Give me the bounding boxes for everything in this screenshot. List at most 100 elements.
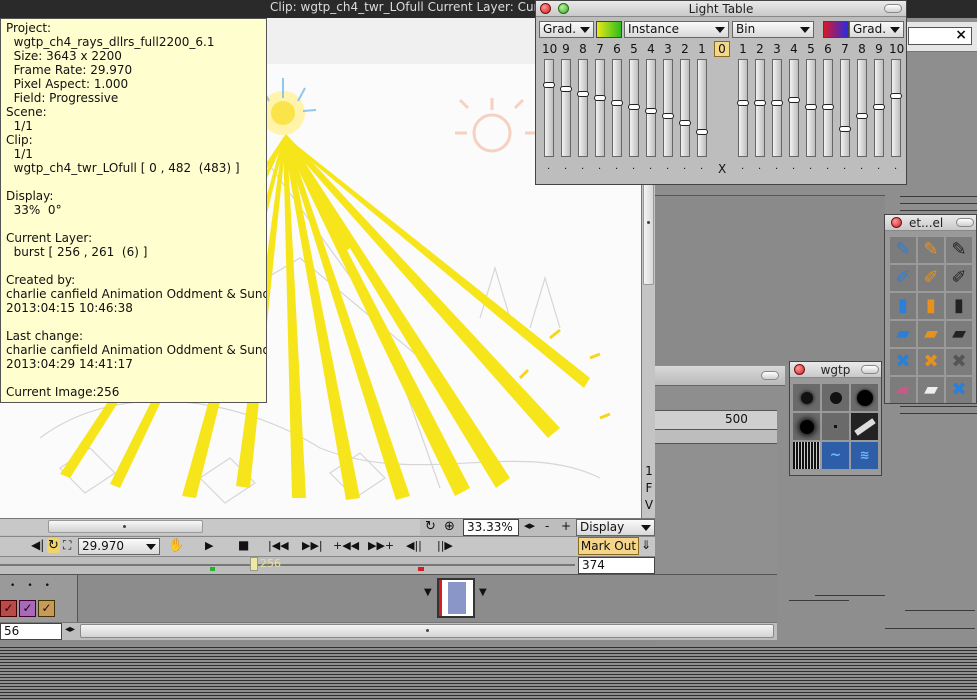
ink-bottle-orange-icon[interactable]: ▮ <box>918 293 944 319</box>
eraser-orange-icon[interactable]: ▰ <box>918 321 944 347</box>
current-frame-handle[interactable] <box>250 557 258 571</box>
level-slider-knob[interactable] <box>839 126 851 132</box>
stop-icon[interactable]: ■ <box>238 538 249 552</box>
layer-check-tan[interactable]: ✓ <box>38 600 55 617</box>
collapse-button[interactable] <box>884 4 902 13</box>
eraser-black-icon[interactable]: ▰ <box>946 321 972 347</box>
zoom-button[interactable] <box>558 3 569 14</box>
level-slider-knob[interactable] <box>754 100 766 106</box>
level-dot[interactable]: . <box>564 161 567 172</box>
level-slider[interactable] <box>628 59 640 157</box>
level-slider[interactable] <box>890 59 902 157</box>
current-level[interactable]: 0 <box>714 41 730 57</box>
mark-out-button[interactable]: Mark Out <box>578 537 639 555</box>
bin-dropdown[interactable]: Bin <box>732 21 814 38</box>
zoom-field[interactable]: 33.33% <box>463 519 519 536</box>
play-icon[interactable]: ▶ <box>205 539 213 552</box>
close-button[interactable] <box>891 217 902 228</box>
level-slider[interactable] <box>611 59 623 157</box>
level-slider[interactable] <box>645 59 657 157</box>
level-slider-knob[interactable] <box>594 95 606 101</box>
brush-texture-icon[interactable] <box>793 442 820 469</box>
grad-left-dropdown[interactable]: Grad. <box>539 21 594 38</box>
level-dot[interactable]: . <box>792 161 795 172</box>
pencil-black-icon[interactable]: ✎ <box>946 237 972 263</box>
brush-stroke-icon[interactable] <box>851 413 878 440</box>
level-slider[interactable] <box>788 59 800 157</box>
rotate-icon[interactable]: ↻ <box>425 519 436 534</box>
level-dot[interactable]: . <box>700 161 703 172</box>
pencil-orange-icon[interactable]: ✎ <box>918 237 944 263</box>
level-slider-knob[interactable] <box>873 104 885 110</box>
level-dot[interactable]: . <box>547 161 550 172</box>
level-slider[interactable] <box>873 59 885 157</box>
level-slider[interactable] <box>856 59 868 157</box>
level-slider[interactable] <box>771 59 783 157</box>
level-slider[interactable] <box>662 59 674 157</box>
level-dot[interactable]: . <box>581 161 584 172</box>
grad-right-dropdown[interactable]: Grad. <box>849 21 904 38</box>
go-start-icon[interactable]: |◀◀ <box>268 539 289 552</box>
zoom-step-icon[interactable]: ◂▸ <box>524 519 535 532</box>
delete-blue-icon[interactable]: ✖ <box>890 349 916 375</box>
brush-black-icon[interactable]: ✐ <box>946 265 972 291</box>
zoom-in-button[interactable]: + <box>561 519 571 533</box>
level-slider-knob[interactable] <box>645 108 657 114</box>
level-slider-knob[interactable] <box>696 129 708 135</box>
level-slider-knob[interactable] <box>737 100 749 106</box>
level-slider[interactable] <box>696 59 708 157</box>
level-dot[interactable]: . <box>666 161 669 172</box>
level-slider[interactable] <box>679 59 691 157</box>
brush-round-icon[interactable] <box>822 384 849 411</box>
brush-soft-icon[interactable] <box>793 384 820 411</box>
brush-blue-text-icon[interactable]: ≋ <box>851 442 878 469</box>
step-forward-icon[interactable]: ▶▶+ <box>368 539 394 552</box>
timeline-cel[interactable] <box>437 578 475 618</box>
level-slider-knob[interactable] <box>856 113 868 119</box>
ink-bottle-blue-icon[interactable]: ▮ <box>890 293 916 319</box>
fit-icon[interactable]: ⛶ <box>63 538 71 553</box>
level-dot[interactable]: . <box>843 161 846 172</box>
level-slider-knob[interactable] <box>628 104 640 110</box>
level-slider-knob[interactable] <box>662 113 674 119</box>
delete-orange-icon[interactable]: ✖ <box>918 349 944 375</box>
level-dot[interactable]: . <box>632 161 635 172</box>
level-slider-knob[interactable] <box>771 100 783 106</box>
ink-bottle-black-icon[interactable]: ▮ <box>946 293 972 319</box>
level-slider-knob[interactable] <box>788 97 800 103</box>
display-dropdown[interactable]: Display <box>576 519 655 536</box>
next-key-icon[interactable]: ||▶ <box>437 539 453 552</box>
grad-left-swatch[interactable] <box>596 21 622 38</box>
level-slider[interactable] <box>839 59 851 157</box>
brush-tiny-icon[interactable] <box>822 413 849 440</box>
eraser-pink-icon[interactable]: ▰ <box>890 377 916 403</box>
level-slider-knob[interactable] <box>560 86 572 92</box>
level-slider-knob[interactable] <box>679 120 691 126</box>
level-dot[interactable]: . <box>649 161 652 172</box>
delete-gray-icon[interactable]: ✖ <box>946 349 972 375</box>
collapse-button[interactable] <box>956 218 974 227</box>
fps-dropdown[interactable]: 29.970 <box>78 538 160 555</box>
level-dot[interactable]: . <box>860 161 863 172</box>
collapse-button[interactable] <box>761 371 779 380</box>
level-dot[interactable]: . <box>758 161 761 172</box>
brush-blur-icon[interactable] <box>793 413 820 440</box>
level-slider[interactable] <box>543 59 555 157</box>
collapse-button[interactable] <box>861 365 879 374</box>
loop-icon[interactable]: ↻ <box>47 538 60 553</box>
level-dot[interactable]: . <box>775 161 778 172</box>
level-slider[interactable] <box>754 59 766 157</box>
level-dot[interactable]: . <box>615 161 618 172</box>
close-icon[interactable]: × <box>955 27 967 43</box>
brush-blue-pattern-icon[interactable]: ~ <box>822 442 849 469</box>
level-slider[interactable] <box>577 59 589 157</box>
close-button[interactable] <box>794 364 805 375</box>
brush-orange-icon[interactable]: ✐ <box>918 265 944 291</box>
layer-check-purple[interactable]: ✓ <box>19 600 36 617</box>
pencil-blue-icon[interactable]: ✎ <box>890 237 916 263</box>
go-end-icon[interactable]: ▶▶| <box>302 539 323 552</box>
level-slider-knob[interactable] <box>577 91 589 97</box>
brush-blue-icon[interactable]: ✐ <box>890 265 916 291</box>
dialog-field[interactable]: × <box>908 27 972 45</box>
level-dot[interactable]: . <box>894 161 897 172</box>
